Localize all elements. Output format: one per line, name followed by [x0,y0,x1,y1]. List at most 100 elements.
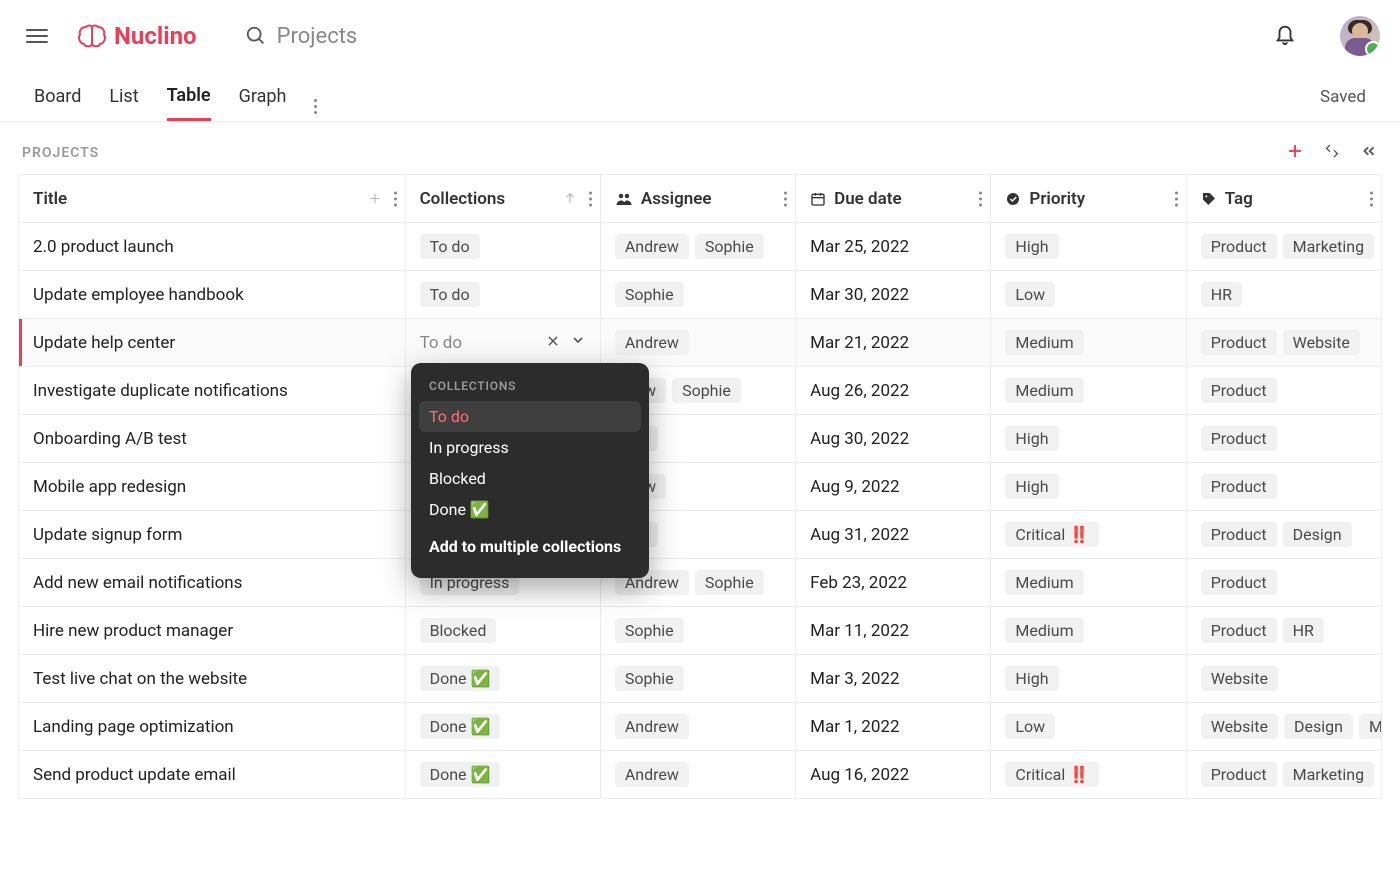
app-name: Nuclino [114,22,197,50]
view-more-button[interactable] [314,87,334,107]
cell-due-date[interactable]: Feb 23, 2022 [796,559,991,607]
column-header-priority[interactable]: Priority [991,175,1186,223]
column-header-due-date[interactable]: Due date [796,175,991,223]
cell-due-date[interactable]: Mar 30, 2022 [796,271,991,319]
table-row[interactable]: Mobile app redesign…ewAug 9, 2022HighPro… [19,463,1382,511]
cell-due-date[interactable]: Aug 30, 2022 [796,415,991,463]
cell-assignee[interactable]: Sophie [600,271,795,319]
cell-priority[interactable]: High [991,415,1186,463]
cell-assignee[interactable]: AndrewSophie [600,223,795,271]
cell-due-date[interactable]: Mar 21, 2022 [796,319,991,367]
cell-assignee[interactable]: Sophie [600,655,795,703]
cell-tags[interactable]: ProductMarketing [1186,751,1381,799]
table-row[interactable]: Landing page optimizationDone ✅AndrewMar… [19,703,1382,751]
cell-collections[interactable]: To do [405,319,600,367]
clear-button[interactable] [546,333,560,353]
minimize-panel-button[interactable] [1360,142,1378,164]
column-menu-icon[interactable] [979,191,982,206]
cell-tags[interactable]: Product [1186,559,1381,607]
column-header-tag[interactable]: Tag [1186,175,1381,223]
search-box[interactable]: Projects [245,24,358,49]
column-menu-icon[interactable] [394,191,397,206]
column-header-assignee[interactable]: Assignee [600,175,795,223]
column-menu-icon[interactable] [784,191,787,206]
cell-tags[interactable]: Product [1186,415,1381,463]
plus-icon[interactable] [368,192,382,206]
cell-priority[interactable]: Medium [991,607,1186,655]
table-row[interactable]: Send product update emailDone ✅AndrewAug… [19,751,1382,799]
cell-collections[interactable]: Done ✅ [405,703,600,751]
column-menu-icon[interactable] [589,191,592,206]
dropdown-item[interactable]: Add to multiple collections [419,531,641,562]
dropdown-item[interactable]: In progress [419,432,641,463]
cell-tags[interactable]: ProductDesign [1186,511,1381,559]
cell-tags[interactable]: HR [1186,271,1381,319]
cell-due-date[interactable]: Mar 1, 2022 [796,703,991,751]
table-row[interactable]: Update signup form…ieAug 31, 2022Critica… [19,511,1382,559]
cell-due-date[interactable]: Aug 31, 2022 [796,511,991,559]
cell-collections[interactable]: Done ✅ [405,655,600,703]
cell-due-date[interactable]: Mar 25, 2022 [796,223,991,271]
cell-tags[interactable]: Product [1186,463,1381,511]
people-icon [615,190,633,208]
cell-collections[interactable]: Done ✅ [405,751,600,799]
cell-collections[interactable]: To do [405,271,600,319]
table-row[interactable]: Onboarding A/B test…ieAug 30, 2022HighPr… [19,415,1382,463]
collapse-button[interactable] [1324,143,1340,163]
tab-board[interactable]: Board [34,74,81,119]
cell-collections[interactable]: Blocked [405,607,600,655]
tab-graph[interactable]: Graph [239,74,287,119]
cell-assignee[interactable]: Andrew [600,703,795,751]
dropdown-item[interactable]: Blocked [419,463,641,494]
pill: Blocked [420,618,497,643]
column-menu-icon[interactable] [1175,191,1178,206]
cell-assignee[interactable]: Andrew [600,319,795,367]
cell-due-date[interactable]: Aug 16, 2022 [796,751,991,799]
table-row[interactable]: Update employee handbookTo doSophieMar 3… [19,271,1382,319]
cell-assignee[interactable]: Andrew [600,751,795,799]
add-item-button[interactable] [1286,142,1304,164]
cell-priority[interactable]: Low [991,703,1186,751]
cell-tags[interactable]: ProductMarketing [1186,223,1381,271]
user-avatar[interactable] [1340,16,1380,56]
cell-priority[interactable]: High [991,463,1186,511]
column-header-title[interactable]: Title [19,175,406,223]
cell-tags[interactable]: Product [1186,367,1381,415]
cell-due-date[interactable]: Aug 9, 2022 [796,463,991,511]
cell-tags[interactable]: WebsiteDesignMark [1186,703,1381,751]
cell-tags[interactable]: ProductWebsite [1186,319,1381,367]
cell-priority[interactable]: Medium [991,319,1186,367]
cell-priority[interactable]: Medium [991,559,1186,607]
cell-priority[interactable]: Medium [991,367,1186,415]
dropdown-toggle[interactable] [570,332,586,353]
cell-tags[interactable]: Website [1186,655,1381,703]
table-row[interactable]: Hire new product managerBlockedSophieMar… [19,607,1382,655]
cell-assignee[interactable]: Sophie [600,607,795,655]
column-menu-icon[interactable] [1370,191,1373,206]
cell-due-date[interactable]: Mar 3, 2022 [796,655,991,703]
cell-priority[interactable]: Low [991,271,1186,319]
cell-priority[interactable]: Critical ‼️ [991,511,1186,559]
tab-table[interactable]: Table [167,73,211,121]
notifications-button[interactable] [1274,23,1296,49]
sort-asc-icon[interactable] [563,192,577,206]
table-row[interactable]: Add new email notificationsIn progressAn… [19,559,1382,607]
pill: Sophie [615,666,684,691]
table-row[interactable]: Test live chat on the websiteDone ✅Sophi… [19,655,1382,703]
cell-due-date[interactable]: Aug 26, 2022 [796,367,991,415]
cell-collections[interactable]: To do [405,223,600,271]
table-row[interactable]: Update help centerTo doAndrewMar 21, 202… [19,319,1382,367]
cell-tags[interactable]: ProductHR [1186,607,1381,655]
table-row[interactable]: 2.0 product launchTo doAndrewSophieMar 2… [19,223,1382,271]
cell-due-date[interactable]: Mar 11, 2022 [796,607,991,655]
dropdown-item[interactable]: Done ✅ [419,494,641,525]
cell-priority[interactable]: Critical ‼️ [991,751,1186,799]
dropdown-item[interactable]: To do [419,401,641,432]
app-logo[interactable]: Nuclino [76,22,197,50]
table-row[interactable]: Investigate duplicate notifications…ewSo… [19,367,1382,415]
cell-priority[interactable]: High [991,655,1186,703]
column-header-collections[interactable]: Collections [405,175,600,223]
hamburger-menu-icon[interactable] [26,25,48,47]
cell-priority[interactable]: High [991,223,1186,271]
tab-list[interactable]: List [109,74,138,119]
